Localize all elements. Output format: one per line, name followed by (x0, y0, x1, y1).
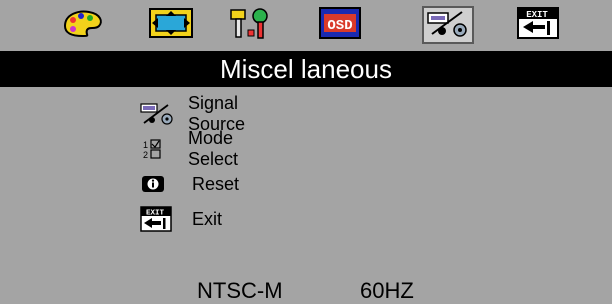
svg-text:2: 2 (143, 150, 148, 160)
svg-text:OSD: OSD (327, 18, 352, 34)
tab-osd[interactable]: OSD (314, 6, 366, 44)
signal-frequency: 60HZ (360, 278, 414, 303)
menu-item-label: Reset (192, 173, 240, 194)
menu-item-mode-select[interactable]: 1 2 Mode Select (140, 128, 242, 169)
menu-item-exit[interactable]: EXIT Exit (140, 205, 222, 233)
tab-miscellaneous[interactable] (422, 6, 474, 44)
signal-standard: NTSC-M (197, 278, 283, 303)
svg-text:EXIT: EXIT (526, 10, 548, 20)
menu-item-reset[interactable]: Reset (140, 170, 239, 198)
tools-icon (228, 6, 272, 45)
signal-source-icon (140, 101, 174, 127)
top-toolbar: OSD EXIT (0, 0, 612, 50)
mode-select-icon: 1 2 (140, 136, 174, 162)
exit-icon: EXIT (140, 206, 178, 232)
tab-position[interactable] (145, 6, 197, 44)
tab-color-settings[interactable] (57, 6, 109, 44)
position-arrows-icon (148, 7, 194, 44)
info-icon (140, 171, 178, 197)
menu-item-label: Exit (192, 208, 223, 229)
menu-item-signal-source[interactable]: Signal Source (140, 93, 249, 134)
osd-icon: OSD (319, 6, 361, 44)
tab-exit[interactable]: EXIT (512, 6, 564, 44)
svg-text:EXIT: EXIT (146, 210, 165, 218)
palette-icon (61, 8, 105, 43)
svg-text:1: 1 (143, 140, 148, 150)
exit-icon: EXIT (517, 6, 559, 44)
menu-item-label: Mode Select (188, 128, 239, 169)
page-title: Miscel laneous (0, 51, 612, 87)
signal-source-icon (426, 8, 470, 43)
tab-tools[interactable] (224, 6, 276, 44)
